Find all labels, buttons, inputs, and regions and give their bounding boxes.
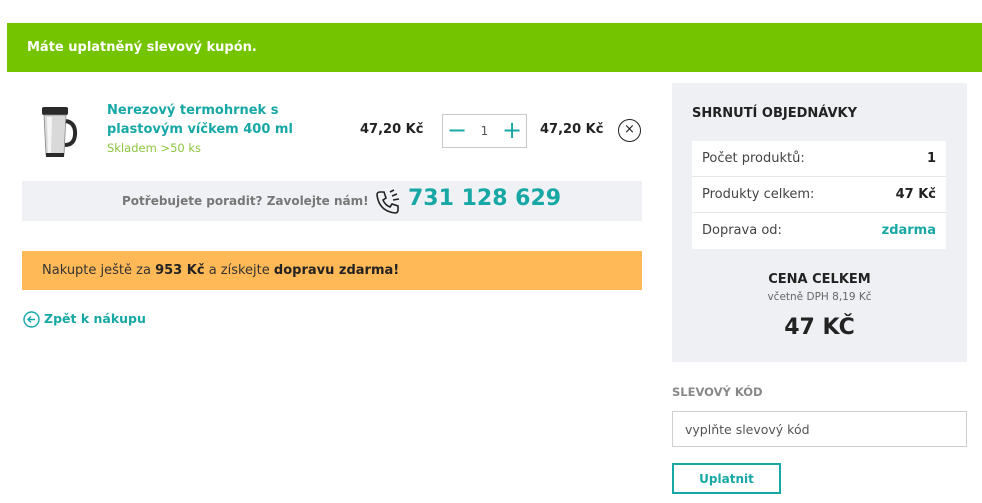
shipping-highlight: dopravu zdarma [273, 263, 394, 278]
summary-row-label: Produkty celkem: [702, 187, 815, 202]
coupon-applied-banner: Máte uplatněný slevový kupón. [7, 23, 982, 72]
unit-price: 47,20 Kč [360, 122, 424, 137]
item-total-price: 47,20 Kč [540, 122, 604, 137]
summary-row-value: zdarma [881, 223, 936, 238]
back-to-shop-link[interactable]: Zpět k nákupu [23, 311, 146, 328]
summary-title: SHRNUTÍ OBJEDNÁVKY [692, 106, 857, 121]
free-shipping-notice: Nakupte ještě za 953 Kč a získejte dopra… [22, 251, 642, 290]
quantity-plus-button[interactable]: + [498, 115, 526, 147]
coupon-label: SLEVOVÝ KÓD [672, 385, 763, 399]
total-label: CENA CELKEM [768, 272, 871, 287]
order-summary-panel: SHRNUTÍ OBJEDNÁVKY Počet produktů: 1 Pro… [672, 83, 967, 362]
summary-row-count: Počet produktů: 1 [692, 141, 946, 177]
total-price: 47 KČ [784, 315, 855, 340]
shipping-remaining-amount: 953 Kč [155, 263, 205, 278]
summary-table: Počet produktů: 1 Produkty celkem: 47 Kč… [692, 141, 946, 249]
summary-row-products: Produkty celkem: 47 Kč [692, 177, 946, 213]
vat-note: včetně DPH 8,19 Kč [767, 291, 872, 303]
summary-row-value: 1 [926, 151, 936, 166]
quantity-input[interactable]: 1 [471, 115, 498, 147]
quantity-minus-button[interactable]: − [443, 115, 471, 147]
summary-row-label: Počet produktů: [702, 151, 805, 166]
shipping-middle: a získejte [208, 263, 270, 278]
help-bar: Potřebujete poradit? Zavolejte nám! 731 … [22, 181, 642, 221]
summary-row-shipping: Doprava od: zdarma [692, 213, 946, 249]
summary-row-value: 47 Kč [895, 187, 936, 202]
remove-item-button[interactable]: × [618, 119, 641, 142]
coupon-code-input[interactable] [672, 411, 967, 447]
phone-number-link[interactable]: 731 128 629 [408, 186, 561, 211]
stock-status: Skladem >50 ks [107, 141, 202, 155]
shipping-prefix: Nakupte ještě za [42, 263, 151, 278]
phone-icon [376, 189, 400, 214]
help-text: Potřebujete poradit? Zavolejte nám! [122, 194, 369, 208]
shipping-suffix: ! [393, 263, 400, 278]
product-name-link[interactable]: Nerezový termohrnek s plastovým víčkem 4… [107, 101, 352, 139]
product-image[interactable] [36, 103, 80, 159]
apply-coupon-button[interactable]: Uplatnit [672, 463, 781, 494]
arrow-left-circle-icon [23, 311, 40, 328]
quantity-stepper: − 1 + [442, 114, 527, 148]
back-label: Zpět k nákupu [44, 311, 146, 326]
summary-row-label: Doprava od: [702, 223, 782, 238]
